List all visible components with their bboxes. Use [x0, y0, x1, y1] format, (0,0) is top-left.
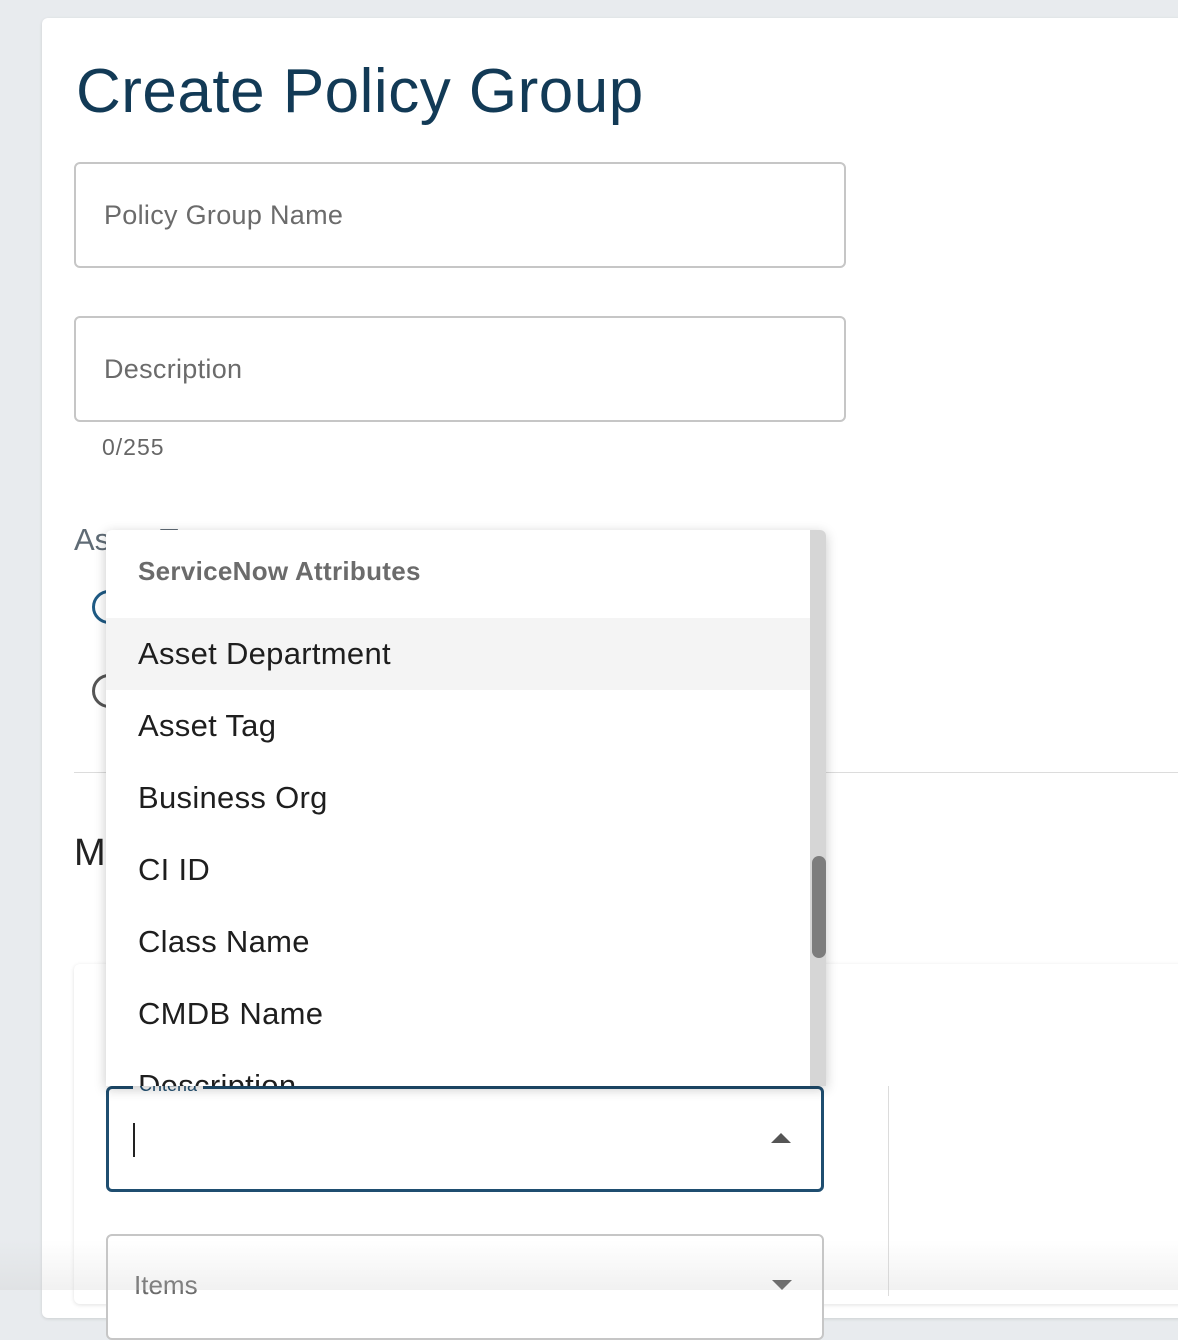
policy-group-name-input[interactable]: Policy Group Name: [74, 162, 846, 268]
description-input[interactable]: Description: [74, 316, 846, 422]
items-select[interactable]: Items: [106, 1234, 824, 1340]
option-business-org[interactable]: Business Org: [106, 762, 810, 834]
dropdown-option-list: Asset Department Asset Tag Business Org …: [106, 618, 810, 1086]
option-asset-tag[interactable]: Asset Tag: [106, 690, 810, 762]
policy-group-name-placeholder: Policy Group Name: [104, 200, 344, 230]
chevron-up-icon[interactable]: [771, 1133, 791, 1143]
items-placeholder: Items: [134, 1270, 198, 1300]
option-asset-department[interactable]: Asset Department: [106, 618, 810, 690]
criteria-card-divider: [888, 1086, 889, 1296]
criteria-autocomplete-input[interactable]: Criteria: [106, 1075, 824, 1192]
option-class-name[interactable]: Class Name: [106, 906, 810, 978]
description-placeholder: Description: [104, 354, 243, 384]
option-description[interactable]: Description: [106, 1050, 810, 1086]
dropdown-scroll-thumb[interactable]: [812, 856, 826, 958]
section-heading: M: [74, 832, 106, 874]
dropdown-scrollbar[interactable]: [810, 530, 826, 1086]
criteria-options-dropdown: ServiceNow Attributes Asset Department A…: [106, 530, 826, 1086]
description-char-counter: 0/255: [102, 434, 165, 460]
page-title: Create Policy Group: [76, 57, 644, 126]
text-cursor: [133, 1123, 135, 1157]
dropdown-group-header: ServiceNow Attributes: [138, 556, 421, 586]
option-ci-id[interactable]: CI ID: [106, 834, 810, 906]
chevron-down-icon[interactable]: [772, 1280, 792, 1290]
option-cmdb-name[interactable]: CMDB Name: [106, 978, 810, 1050]
